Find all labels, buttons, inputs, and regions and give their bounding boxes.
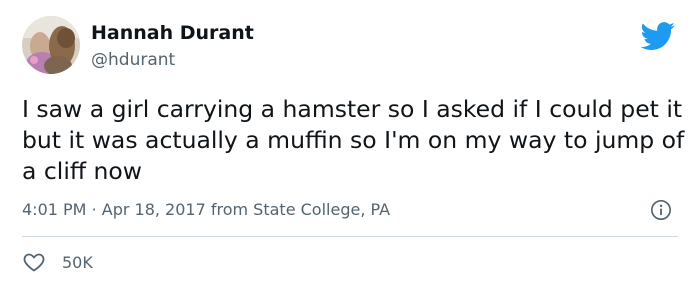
twitter-bird-icon[interactable] — [640, 22, 676, 51]
tweet-text: I saw a girl carrying a hamster so I ask… — [22, 95, 685, 185]
avatar[interactable] — [22, 16, 80, 74]
author-name[interactable]: Hannah Durant — [91, 22, 254, 44]
info-icon[interactable] — [650, 199, 672, 221]
meta-separator: · — [91, 200, 97, 219]
heart-icon[interactable] — [22, 250, 46, 274]
tweet-time[interactable]: 4:01 PM — [22, 200, 86, 219]
author-handle[interactable]: @hdurant — [91, 50, 175, 70]
like-count: 50K — [62, 252, 93, 272]
divider — [22, 236, 678, 237]
tweet-location: from State College, PA — [210, 200, 391, 219]
tweet-date[interactable]: Apr 18, 2017 — [102, 200, 206, 219]
like-action[interactable]: 50K — [22, 250, 93, 274]
avatar-photo — [22, 16, 80, 74]
tweet-metadata: 4:01 PM · Apr 18, 2017 from State Colleg… — [22, 200, 390, 219]
